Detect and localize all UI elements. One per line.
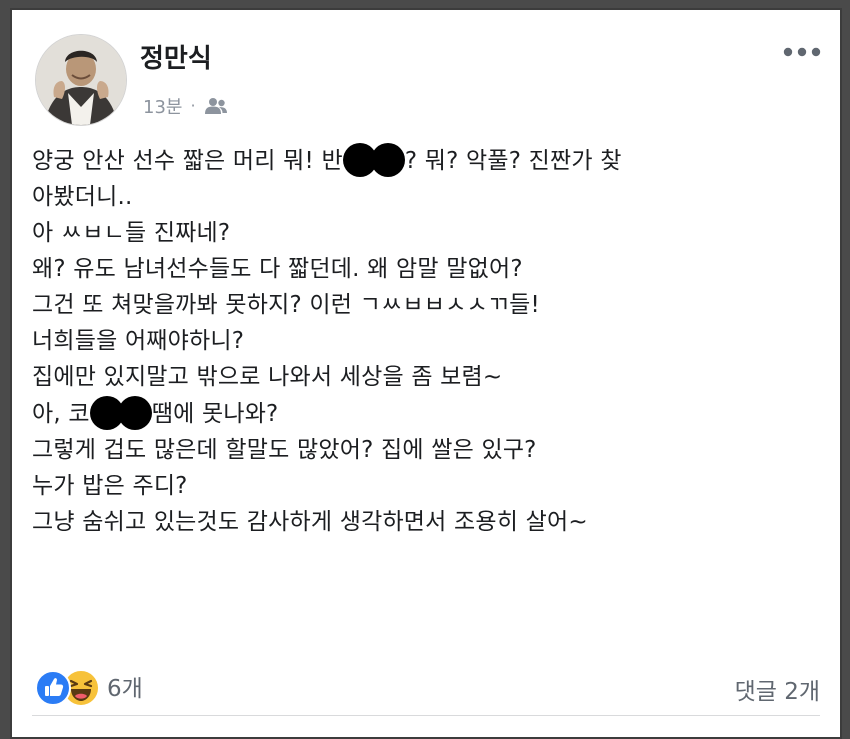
redaction-mark [89,395,152,430]
redaction-mark [342,142,405,177]
post-line-6: 너희들을 어째야하니? [32,328,245,354]
divider [32,715,820,716]
post-line-11: 그냥 숨쉬고 있는것도 감사하게 생각하면서 조용히 살어~ [32,509,588,535]
more-options-button[interactable] [780,40,824,64]
post-line-10: 누가 밥은 주디? [32,473,188,499]
post-line-1-start: 양궁 안산 선수 짧은 머리 뭐! 반 [32,148,343,174]
post-line-8-end: 땜에 못나와? [151,401,279,427]
post-line-7: 집에만 있지말고 밖으로 나와서 세상을 좀 보렴~ [32,364,503,390]
post-line-1-end: ? 뭐? 악풀? 진짠가 찾 [404,148,622,174]
avatar-photo [36,35,126,125]
screenshot-frame: 정만식 13분 · 양궁 안산 선수 짧은 머리 뭐! 반? 뭐? 악풀? 진짠… [10,8,842,739]
post-line-8-start: 아, 코 [32,401,90,427]
post-meta: 13분 · [143,93,228,119]
author-name[interactable]: 정만식 [140,38,212,75]
avatar[interactable] [35,34,127,126]
post-line-3: 아 ㅆㅂㄴ들 진짜네? [32,220,231,246]
post-line-1: 양궁 안산 선수 짧은 머리 뭐! 반 ? 뭐? 악풀? 진짠가 찾 [32,142,822,179]
post-line-9: 그렇게 겁도 많은데 할말도 많았어? 집에 쌀은 있구? [32,437,537,463]
meta-separator: · [190,96,196,115]
comment-count[interactable]: 댓글 2개 [735,672,820,706]
post-line-8: 아, 코 땜에 못나와? [32,395,822,432]
post-time[interactable]: 13분 [143,93,182,119]
like-icon [35,670,71,706]
reaction-icons [35,666,121,707]
post-line-5: 그건 또 쳐맞을까봐 못하지? 이런 ㄱㅆㅂㅂㅅㅅㄲ들! [32,292,540,318]
post-line-4: 왜? 유도 남녀선수들도 다 짧던데. 왜 암말 말없어? [32,256,523,282]
post-body: 양궁 안산 선수 짧은 머리 뭐! 반 ? 뭐? 악풀? 진짠가 찾 아봤더니..… [32,142,822,540]
post-line-2: 아봤더니.. [32,184,133,210]
facebook-post: 정만식 13분 · 양궁 안산 선수 짧은 머리 뭐! 반? 뭐? 악풀? 진짠… [12,10,840,737]
friends-icon [204,97,228,115]
more-dots-icon [783,47,821,57]
reactions-summary[interactable]: 6개 [35,666,143,707]
